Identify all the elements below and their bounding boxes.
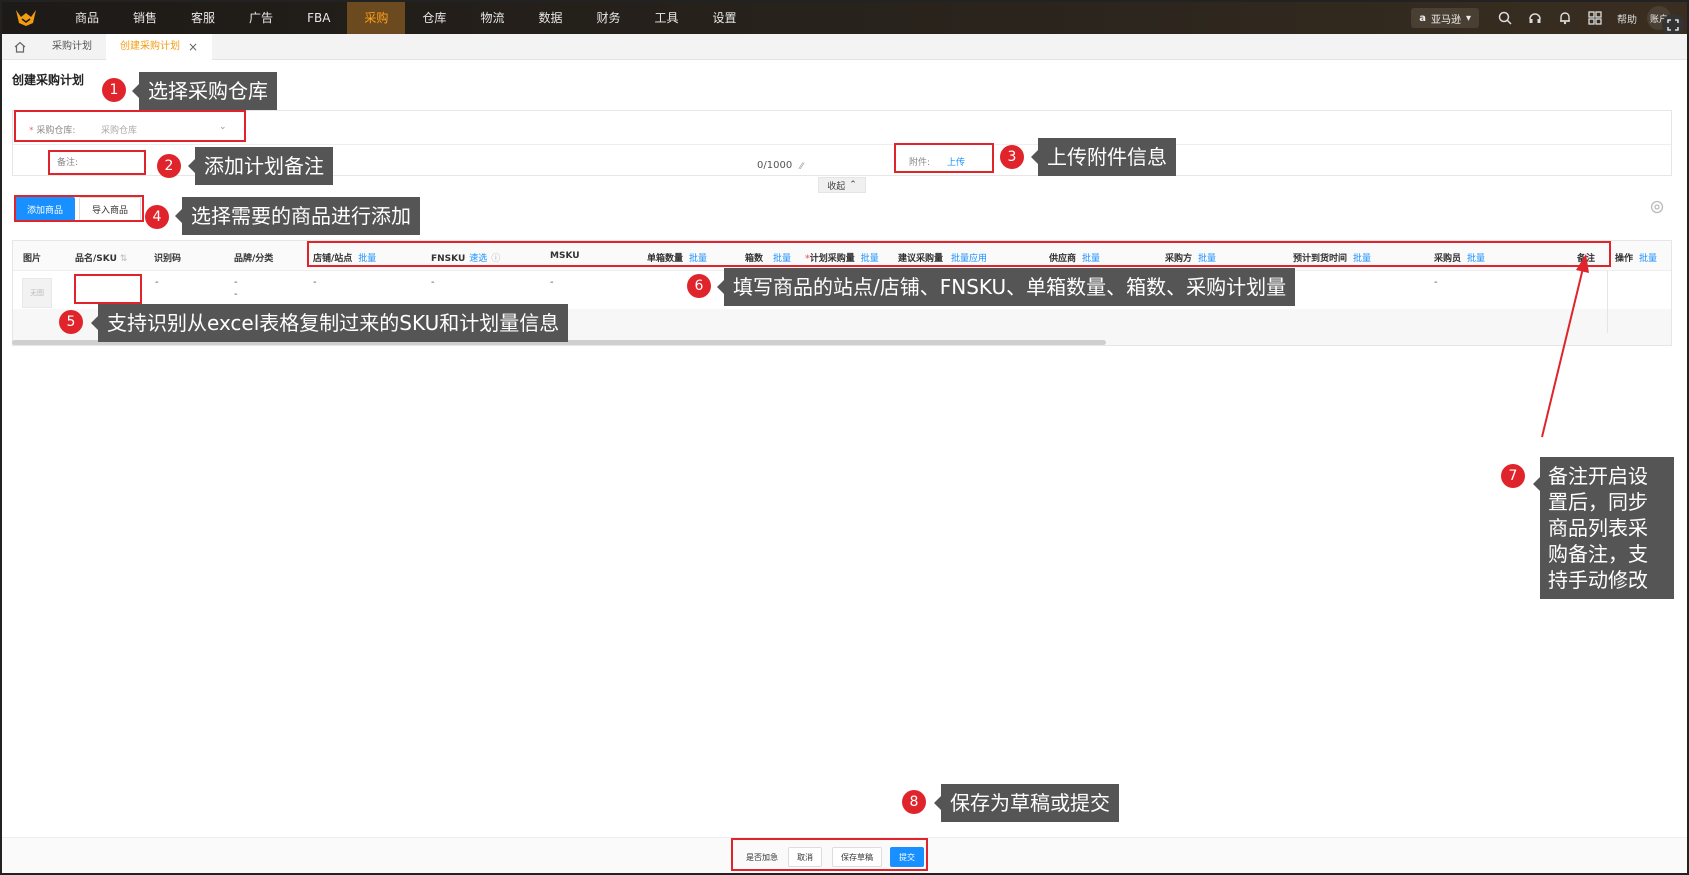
- marketplace-label: 亚马逊: [1430, 14, 1461, 26]
- collapse-button[interactable]: 收起 ⌃: [818, 177, 866, 193]
- highlight-box-columns: [307, 241, 1611, 267]
- nav-item-finance[interactable]: 财务: [579, 2, 637, 34]
- col-ops-label: 操作: [1615, 254, 1634, 264]
- step-badge-4: 4: [145, 205, 169, 229]
- chevron-up-icon: ⌃: [849, 180, 857, 190]
- col-name-sku[interactable]: 品名/SKU ⇅: [75, 251, 127, 264]
- nav-item-warehouse[interactable]: 仓库: [405, 2, 463, 34]
- annotation-arrow: [1541, 254, 1589, 438]
- highlight-box-sku: [74, 274, 142, 304]
- highlight-box-attach: [894, 143, 994, 173]
- col-name-sku-label: 品名/SKU: [75, 254, 117, 264]
- resize-handle-icon[interactable]: ⁄⁄: [800, 162, 803, 172]
- help-link[interactable]: 帮助: [1617, 11, 1637, 26]
- step-badge-6: 6: [687, 274, 711, 298]
- step-badge-1: 1: [102, 78, 126, 102]
- app-logo-icon[interactable]: [2, 2, 50, 34]
- bell-icon[interactable]: [1553, 2, 1577, 34]
- cell-category: -: [234, 289, 238, 300]
- char-count: 0/1000: [757, 160, 793, 171]
- nav-item-purchase[interactable]: 采购: [347, 2, 406, 34]
- callout-7: 备注开启设置后，同步商品列表采购备注，支持手动修改: [1533, 457, 1674, 599]
- highlight-box-warehouse: [14, 110, 246, 142]
- apps-grid-icon[interactable]: [1583, 2, 1607, 34]
- callout-2: 添加计划备注: [188, 147, 333, 185]
- cell-shop: -: [313, 277, 317, 288]
- close-icon[interactable]: ×: [188, 34, 198, 60]
- headset-icon[interactable]: [1523, 2, 1547, 34]
- step-badge-5: 5: [59, 310, 83, 334]
- fullscreen-icon[interactable]: [1662, 14, 1684, 36]
- nav-item-tools[interactable]: 工具: [637, 2, 695, 34]
- highlight-box-footer: [731, 838, 928, 871]
- step-badge-8: 8: [902, 790, 926, 814]
- tab-create-purchase-plan[interactable]: 创建采购计划 ×: [106, 33, 213, 60]
- cell-buyer: -: [1434, 277, 1438, 288]
- marketplace-select[interactable]: a 亚马逊 ▾: [1411, 8, 1479, 28]
- nav-item-service[interactable]: 客服: [174, 2, 232, 34]
- step-badge-2: 2: [157, 154, 181, 178]
- callout-1: 选择采购仓库: [132, 72, 277, 110]
- col-code: 识别码: [154, 254, 182, 264]
- collapse-label: 收起: [827, 181, 846, 192]
- page-title: 创建采购计划: [12, 73, 85, 87]
- callout-3: 上传附件信息: [1031, 138, 1176, 176]
- product-image-placeholder: 无图: [22, 278, 52, 308]
- gear-icon[interactable]: [1650, 199, 1664, 218]
- nav-item-ads[interactable]: 广告: [232, 2, 290, 34]
- cell-msku: -: [550, 277, 554, 288]
- nav-item-data[interactable]: 数据: [521, 2, 579, 34]
- highlight-box-note: [48, 150, 146, 175]
- callout-4: 选择需要的商品进行添加: [175, 197, 420, 235]
- app-window: 商品 销售 客服 广告 FBA 采购 仓库 物流 数据 财务 工具 设置 a 亚…: [0, 0, 1689, 875]
- step-badge-7: 7: [1501, 464, 1525, 488]
- callout-6: 填写商品的站点/店铺、FNSKU、单箱数量、箱数、采购计划量: [716, 268, 1296, 306]
- col-image: 图片: [23, 254, 42, 264]
- nav-item-products[interactable]: 商品: [58, 2, 116, 34]
- nav-item-settings[interactable]: 设置: [696, 2, 754, 34]
- sticky-col-shadow: [1607, 271, 1608, 333]
- sort-icon[interactable]: ⇅: [120, 254, 128, 264]
- batch-link[interactable]: 批量: [1639, 254, 1657, 264]
- cell-code: -: [155, 277, 159, 288]
- home-icon[interactable]: [2, 34, 38, 60]
- search-icon[interactable]: [1493, 2, 1517, 34]
- tab-bar: 采购计划 创建采购计划 ×: [2, 33, 1687, 60]
- col-brand: 品牌/分类: [234, 254, 274, 264]
- step-badge-3: 3: [1000, 145, 1024, 169]
- tab-purchase-plan[interactable]: 采购计划: [38, 34, 106, 60]
- caret-down-icon: ▾: [1465, 12, 1471, 24]
- cell-fnsku: -: [431, 277, 435, 288]
- cell-brand: -: [234, 277, 238, 288]
- callout-8: 保存为草稿或提交: [934, 784, 1119, 822]
- nav-item-sales[interactable]: 销售: [116, 2, 174, 34]
- callout-5: 支持识别从excel表格复制过来的SKU和计划量信息: [90, 304, 569, 342]
- top-nav: 商品 销售 客服 广告 FBA 采购 仓库 物流 数据 财务 工具 设置 a 亚…: [2, 2, 1687, 34]
- nav-right-tools: a 亚马逊 ▾ 帮助 账户: [1411, 2, 1687, 34]
- nav-item-fba[interactable]: FBA: [290, 2, 347, 34]
- tab-label: 创建采购计划: [120, 40, 180, 52]
- amazon-icon: a: [1419, 12, 1426, 24]
- col-ops: 操作 批量: [1615, 251, 1657, 264]
- highlight-box-add-buttons: [14, 195, 144, 222]
- nav-item-logistics[interactable]: 物流: [463, 2, 521, 34]
